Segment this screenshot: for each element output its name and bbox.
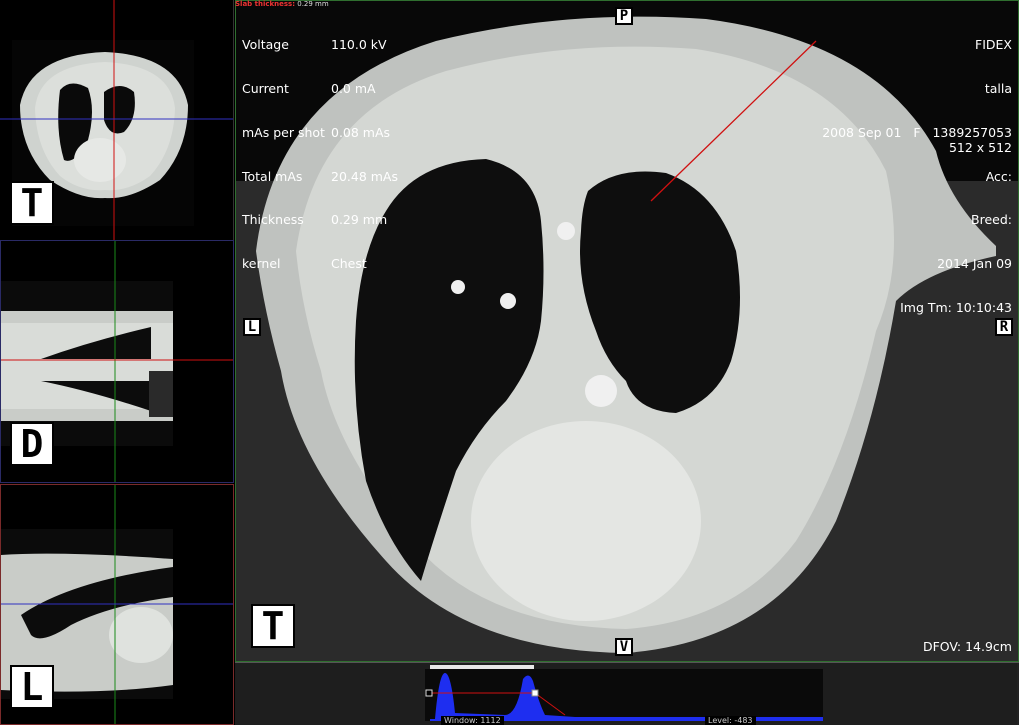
- owner-name: talla: [984, 80, 1012, 96]
- window-value: Window: 1112: [441, 716, 504, 725]
- mini-view-transverse[interactable]: T: [0, 0, 234, 240]
- plane-indicator-transverse: T: [10, 181, 54, 225]
- orientation-marker-top: P: [615, 7, 633, 25]
- matrix-size: 512 x 512: [948, 140, 1012, 155]
- patient-name: FIDEX: [975, 37, 1012, 53]
- image-time: Img Tm: 10:10:43: [900, 299, 1012, 315]
- study-date: 2014 Jan 09: [937, 256, 1012, 272]
- mini-view-dorsal[interactable]: D: [0, 240, 234, 483]
- orientation-marker-bottom: V: [615, 638, 633, 656]
- slab-thickness: Slab thickness: 0.29 mm: [235, 0, 329, 8]
- dob-sex-id: 2008 Sep 01 F 1389257053: [822, 124, 1012, 140]
- level-value: Level: -483: [705, 716, 756, 725]
- breed: Breed:: [971, 212, 1012, 228]
- window-handle-right: [531, 689, 539, 697]
- window-level-panel[interactable]: Window: 1112 Level: -483: [235, 662, 1019, 725]
- orientation-marker-right: R: [995, 318, 1013, 336]
- patient-info: FIDEX talla 2008 Sep 01 F 1389257053 Acc…: [822, 9, 1012, 345]
- accession: Acc:: [985, 168, 1012, 184]
- main-ct-viewport[interactable]: Voltage 110.0 kV Current 0.0 mA mAs per sh…: [235, 0, 1019, 662]
- plane-indicator-lateral: L: [10, 665, 54, 709]
- mini-view-lateral[interactable]: L: [0, 484, 234, 725]
- plane-indicator-dorsal: D: [10, 422, 54, 466]
- window-handle-left: [425, 689, 433, 697]
- dfov-readout: DFOV: 14.9cm: [922, 639, 1012, 654]
- orientation-marker-left: L: [243, 318, 261, 336]
- histogram-chart[interactable]: [235, 663, 1017, 725]
- plane-indicator-main: T: [251, 604, 295, 648]
- acquisition-info: Voltage 110.0 kV Current 0.0 mA mAs per sh…: [242, 37, 398, 272]
